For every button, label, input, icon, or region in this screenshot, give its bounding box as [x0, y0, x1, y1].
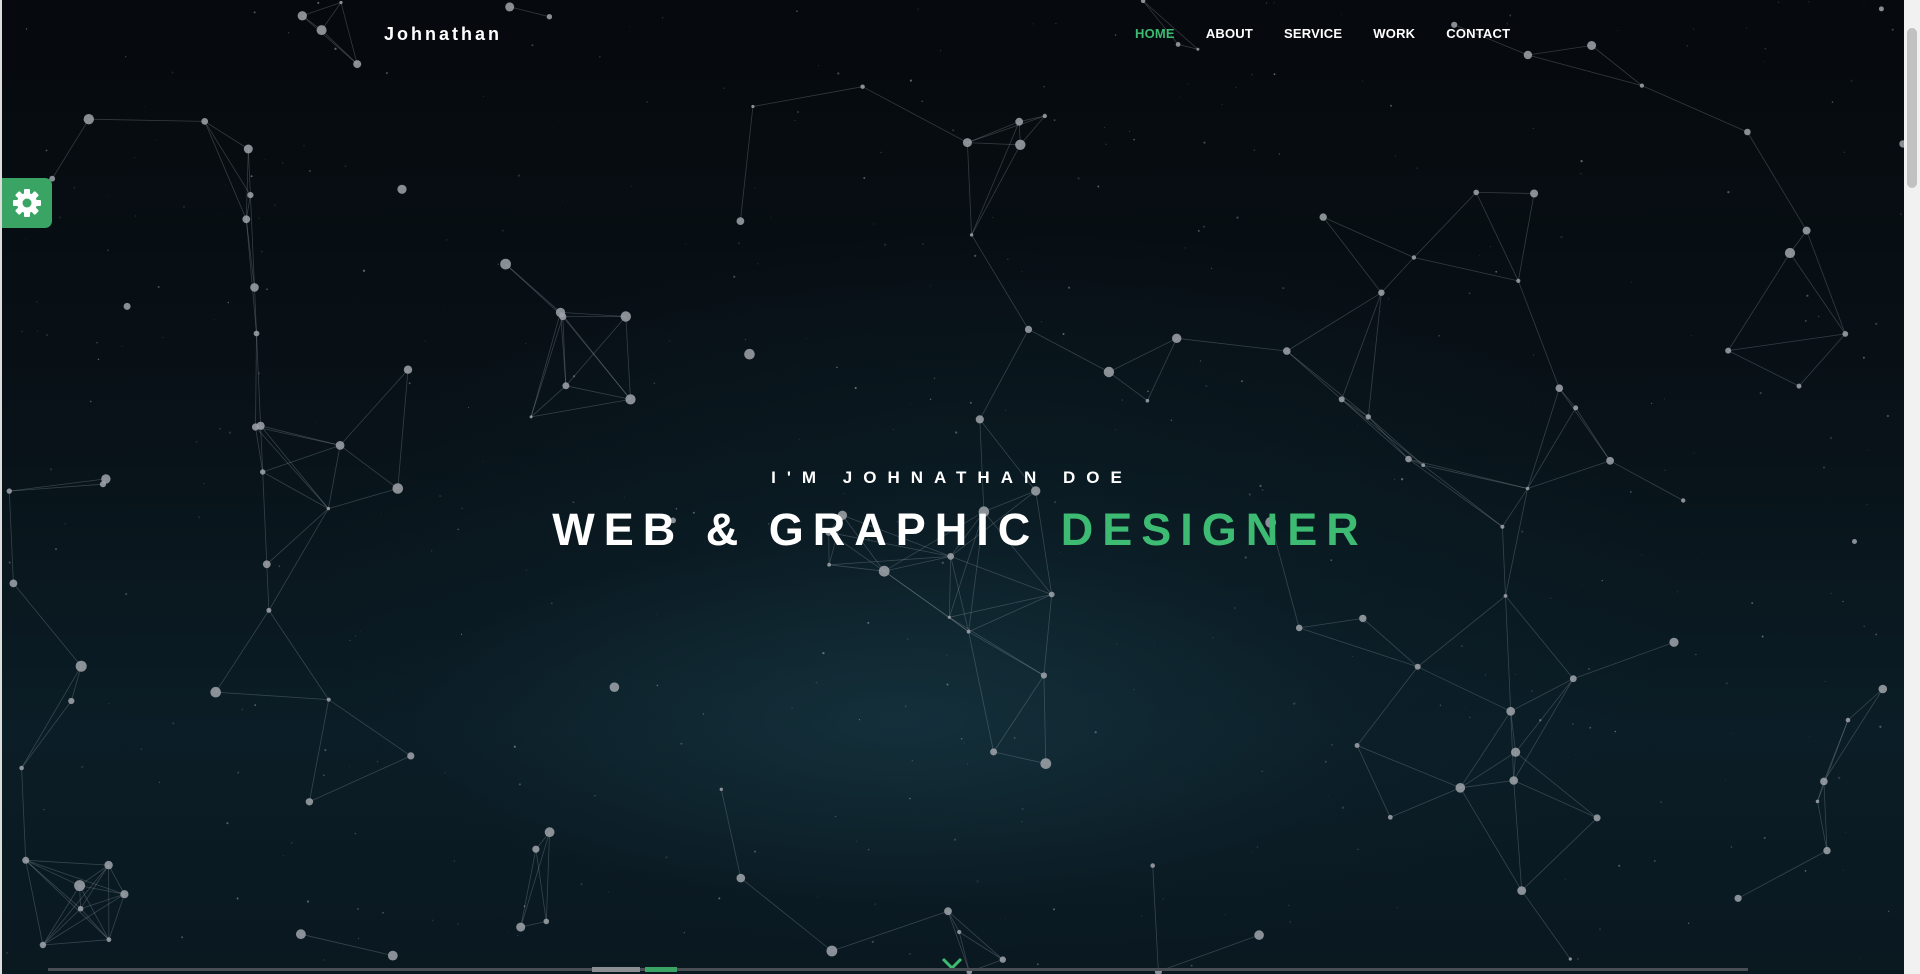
- scrollbar-thumb[interactable]: [1907, 28, 1917, 188]
- main-nav: HOME ABOUT SERVICE WORK CONTACT: [1135, 26, 1510, 41]
- nav-item-work[interactable]: WORK: [1373, 26, 1415, 41]
- headline-accent: DESIGNER: [1060, 504, 1368, 555]
- horizontal-scroll-track: [48, 968, 1748, 971]
- settings-toggle-button[interactable]: [2, 178, 52, 228]
- headline-main: WEB & GRAPHIC: [552, 504, 1040, 555]
- nav-item-service[interactable]: SERVICE: [1284, 26, 1342, 41]
- hero-section: Johnathan HOME ABOUT SERVICE WORK CONTAC…: [0, 0, 1904, 974]
- nav-item-about[interactable]: ABOUT: [1206, 26, 1253, 41]
- gear-icon: [13, 189, 41, 217]
- site-logo[interactable]: Johnathan: [384, 24, 502, 45]
- nav-item-home[interactable]: HOME: [1135, 26, 1175, 41]
- slider-indicator[interactable]: [592, 967, 640, 972]
- nav-item-contact[interactable]: CONTACT: [1446, 26, 1510, 41]
- hero-headline: WEB & GRAPHIC DESIGNER: [0, 504, 1904, 556]
- window-edge: [0, 0, 2, 974]
- slider-indicator-active[interactable]: [645, 967, 677, 972]
- hero-intro: I'M JOHNATHAN DOE: [771, 468, 1133, 487]
